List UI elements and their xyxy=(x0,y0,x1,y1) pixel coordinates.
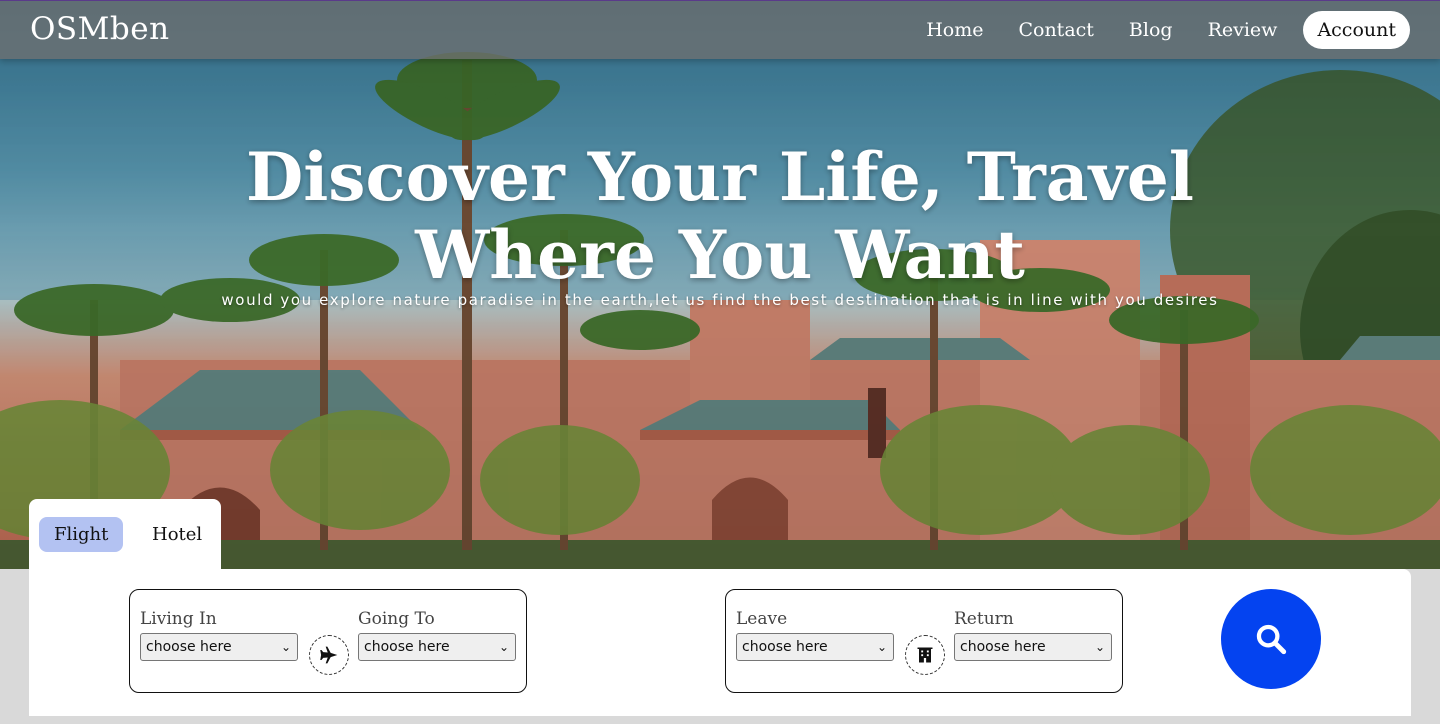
return-value: choose here xyxy=(960,639,1046,655)
building-icon xyxy=(905,635,945,675)
tab-flight[interactable]: Flight xyxy=(39,517,124,552)
nav-link-contact[interactable]: Contact xyxy=(1018,11,1093,49)
account-button[interactable]: Account xyxy=(1303,11,1410,49)
leave-label: Leave xyxy=(736,609,788,629)
going-to-label: Going To xyxy=(358,609,435,629)
top-navigation-bar: OSMben Home Contact Blog Review Account xyxy=(0,0,1440,59)
hero-headline-line-2: Where You Want xyxy=(415,216,1025,294)
nav-link-review[interactable]: Review xyxy=(1208,11,1278,49)
nav-link-blog[interactable]: Blog xyxy=(1129,11,1173,49)
chevron-down-icon: ⌄ xyxy=(498,640,509,654)
leave-select[interactable]: choose here ⌄ xyxy=(736,633,894,661)
hero-headline: Discover Your Life, Travel Where You Wan… xyxy=(0,138,1440,294)
return-label: Return xyxy=(954,609,1014,629)
chevron-down-icon: ⌄ xyxy=(1094,640,1105,654)
search-icon xyxy=(1256,624,1287,655)
hero-subtitle: would you explore nature paradise in the… xyxy=(221,291,1219,309)
airplane-icon xyxy=(309,635,349,675)
hero-headline-line-1: Discover Your Life, Travel xyxy=(246,138,1194,216)
return-select[interactable]: choose here ⌄ xyxy=(954,633,1112,661)
chevron-down-icon: ⌄ xyxy=(876,640,887,654)
chevron-down-icon: ⌄ xyxy=(280,640,291,654)
main-nav: Home Contact Blog Review Account xyxy=(891,11,1410,49)
dates-group: Leave choose here ⌄ Return choose here ⌄ xyxy=(725,589,1123,693)
booking-tabs: Flight Hotel xyxy=(29,499,221,579)
going-to-value: choose here xyxy=(364,639,450,655)
search-button[interactable] xyxy=(1221,589,1321,689)
living-in-label: Living In xyxy=(140,609,217,629)
leave-value: choose here xyxy=(742,639,828,655)
living-in-select[interactable]: choose here ⌄ xyxy=(140,633,298,661)
booking-panel: Living In choose here ⌄ Going To choose … xyxy=(29,569,1411,716)
brand-logo[interactable]: OSMben xyxy=(30,11,170,47)
route-group: Living In choose here ⌄ Going To choose … xyxy=(129,589,527,693)
living-in-value: choose here xyxy=(146,639,232,655)
going-to-select[interactable]: choose here ⌄ xyxy=(358,633,516,661)
tab-hotel[interactable]: Hotel xyxy=(137,517,217,552)
nav-link-home[interactable]: Home xyxy=(926,11,983,49)
